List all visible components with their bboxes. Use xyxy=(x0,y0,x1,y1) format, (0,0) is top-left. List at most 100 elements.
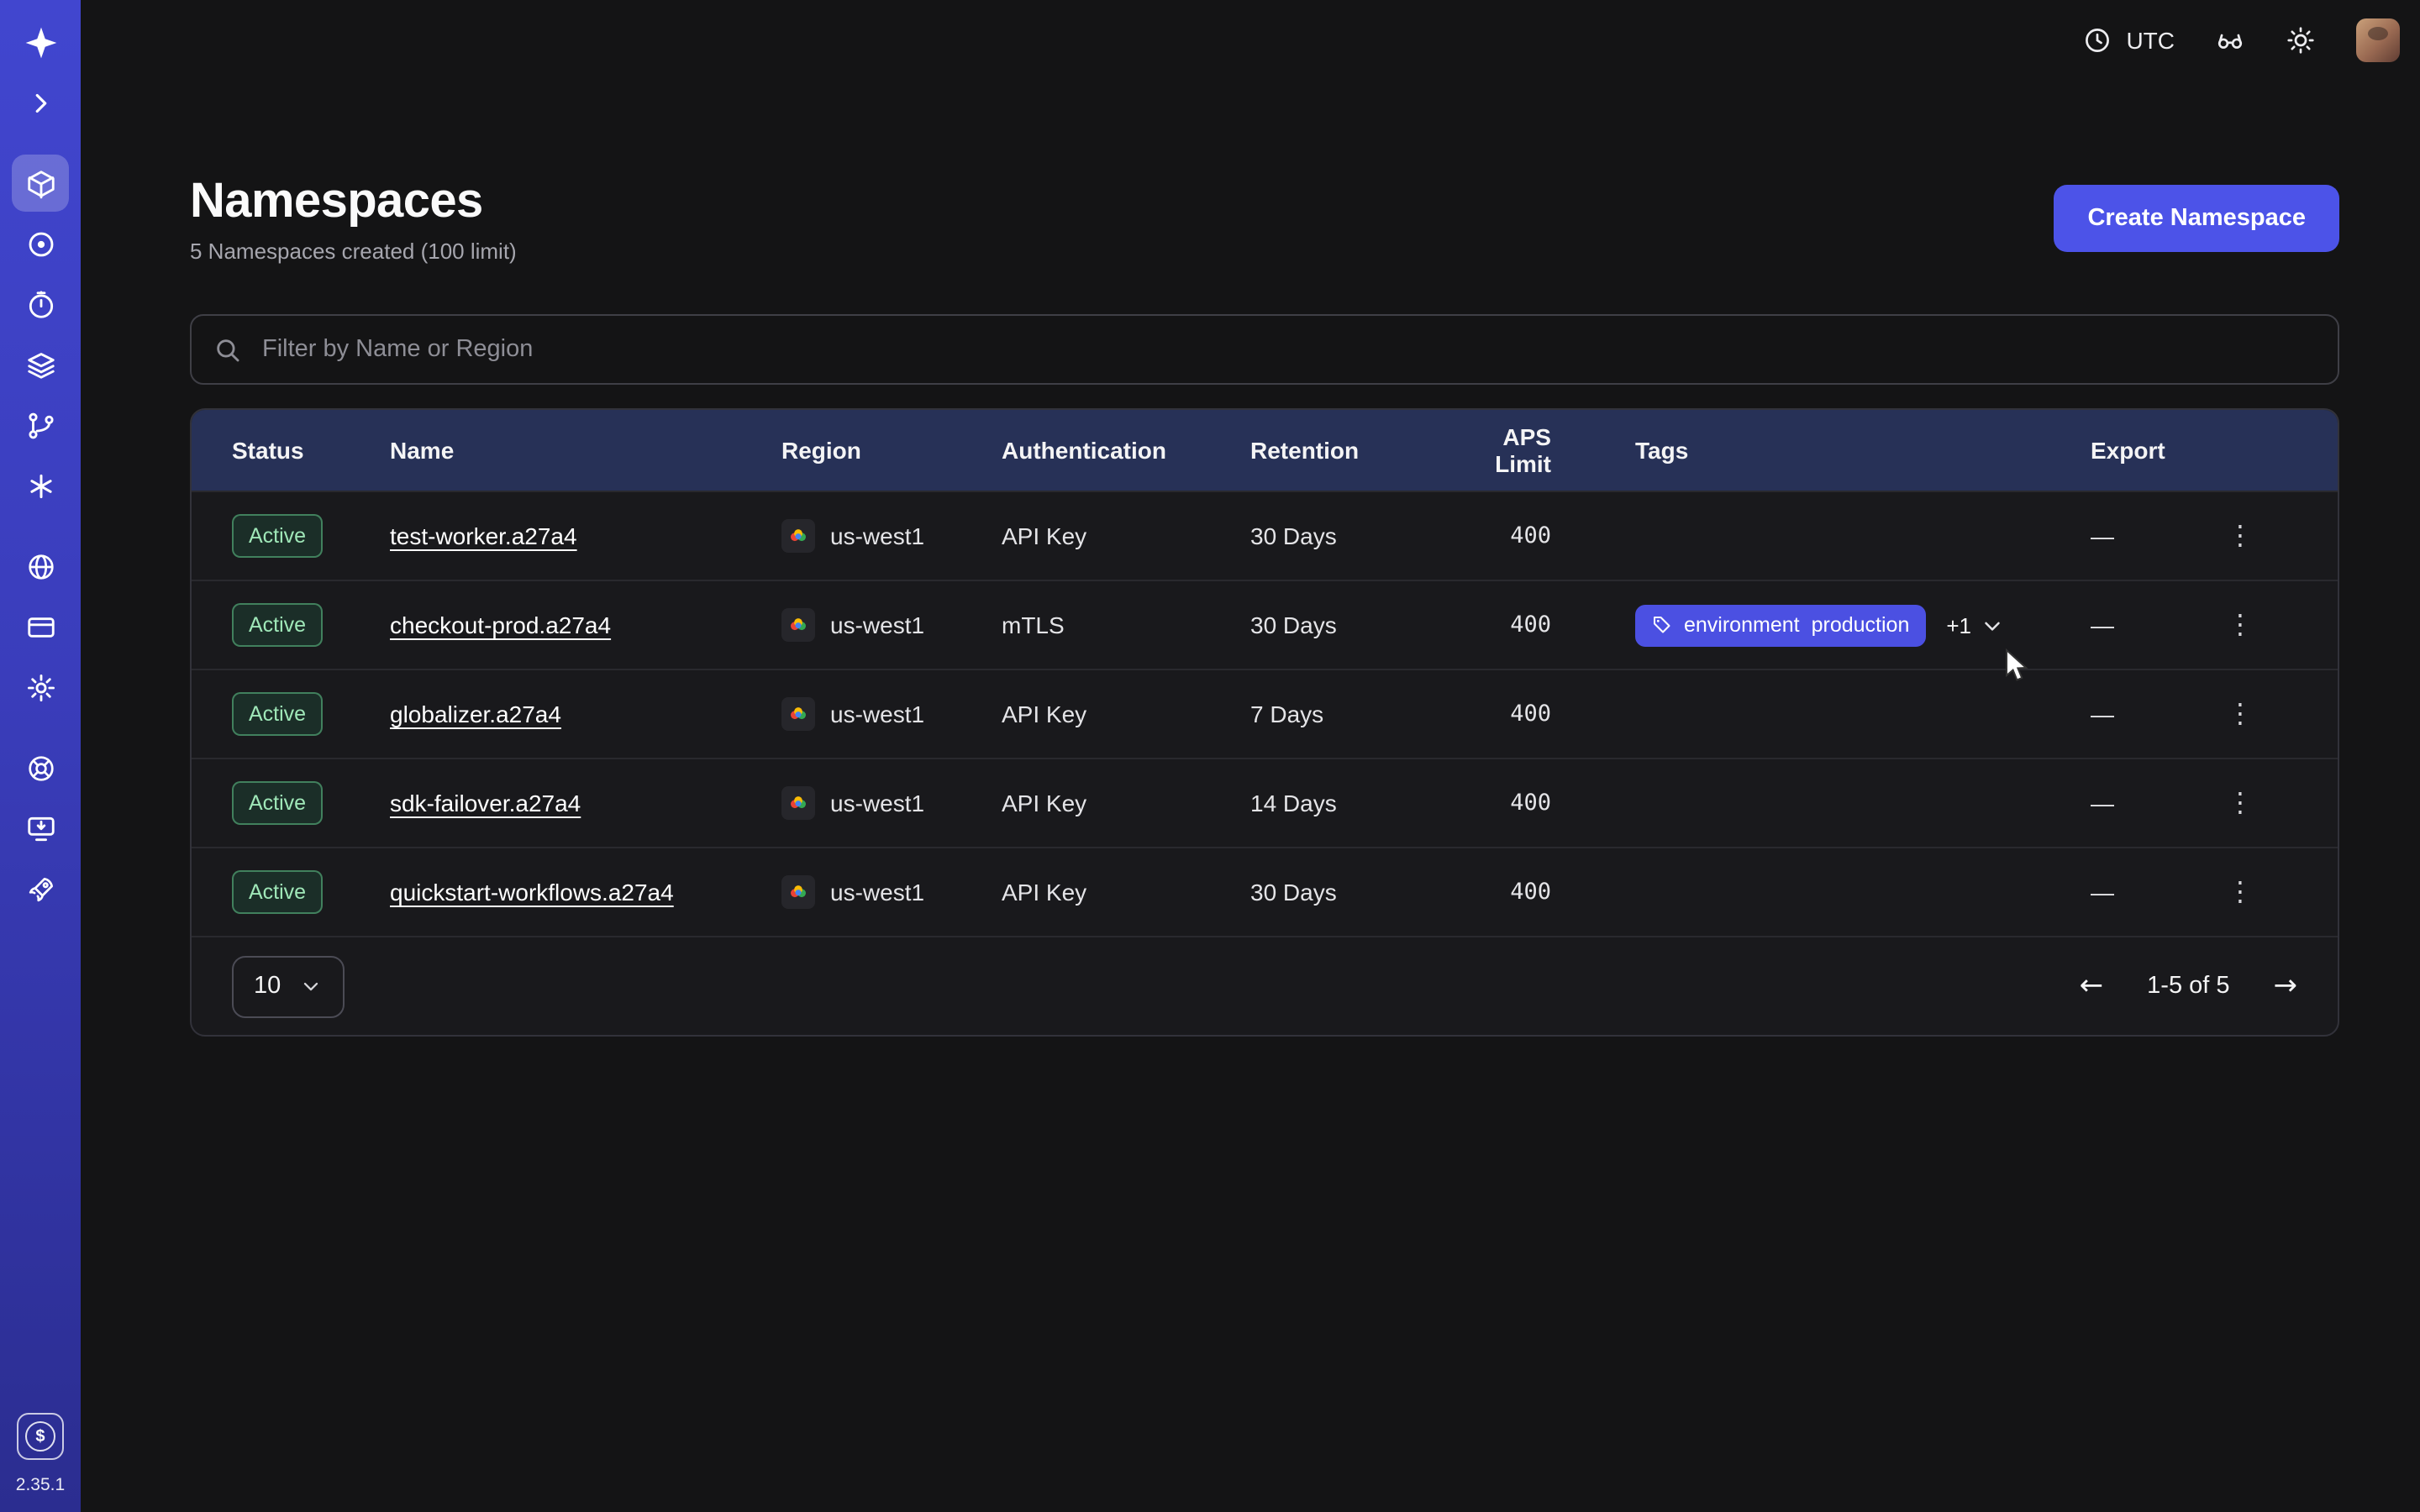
namespace-link[interactable]: globalizer.a27a4 xyxy=(390,701,561,727)
search-icon xyxy=(213,335,242,364)
dollar-icon: $ xyxy=(25,1421,55,1452)
row-menu-button[interactable]: ⋮ xyxy=(2217,780,2264,827)
create-namespace-button[interactable]: Create Namespace xyxy=(2054,185,2339,252)
retention-value: 30 Days xyxy=(1250,522,1444,549)
namespaces-page: Namespaces 5 Namespaces created (100 lim… xyxy=(81,81,2420,1037)
table-row: Active checkout-prod.a27a4 us-west1 mTLS… xyxy=(192,580,2338,669)
column-header-retention: Retention xyxy=(1250,437,1444,464)
region-label: us-west1 xyxy=(830,790,924,816)
column-header-status: Status xyxy=(232,437,390,464)
page-size-select[interactable]: 10 xyxy=(232,955,345,1017)
status-badge: Active xyxy=(232,870,323,914)
app-window: $ 2.35.1 UTC xyxy=(0,0,2420,1512)
region-label: us-west1 xyxy=(830,879,924,906)
row-menu-button[interactable]: ⋮ xyxy=(2217,869,2264,916)
next-page-button[interactable]: → xyxy=(2274,969,2298,1003)
tag-pill[interactable]: environment production xyxy=(1635,604,1926,646)
tag-value: production xyxy=(1812,613,1910,637)
region-label: us-west1 xyxy=(830,701,924,727)
nav-icon-usage-cost[interactable]: $ xyxy=(17,1413,64,1460)
timezone-button[interactable]: UTC xyxy=(2082,25,2175,55)
namespace-link[interactable]: checkout-prod.a27a4 xyxy=(390,612,611,638)
nav-icon-nexus[interactable] xyxy=(12,457,69,514)
export-value: — xyxy=(2091,522,2217,549)
aps-limit-value: 400 xyxy=(1444,790,1635,816)
gcp-cloud-icon xyxy=(781,697,815,731)
app-version: 2.35.1 xyxy=(16,1475,65,1495)
export-value: — xyxy=(2091,879,2217,906)
authentication-value: mTLS xyxy=(1002,612,1250,638)
page-subtitle: 5 Namespaces created (100 limit) xyxy=(190,239,517,264)
gcp-cloud-icon xyxy=(781,608,815,642)
sidebar-expand-chevron-icon[interactable] xyxy=(12,74,69,131)
namespace-link[interactable]: sdk-failover.a27a4 xyxy=(390,790,581,816)
retention-value: 30 Days xyxy=(1250,612,1444,638)
authentication-value: API Key xyxy=(1002,790,1250,816)
previous-page-button[interactable]: ← xyxy=(2080,969,2104,1003)
row-menu-button[interactable]: ⋮ xyxy=(2217,601,2264,648)
temporal-logo-icon xyxy=(12,13,69,71)
status-badge: Active xyxy=(232,603,323,647)
column-header-aps-limit: APS Limit xyxy=(1444,423,1635,477)
export-value: — xyxy=(2091,701,2217,727)
authentication-value: API Key xyxy=(1002,879,1250,906)
gcp-cloud-icon xyxy=(781,786,815,820)
aps-limit-value: 400 xyxy=(1444,612,1635,638)
table-row: Active sdk-failover.a27a4 us-west1 API K… xyxy=(192,758,2338,847)
status-badge: Active xyxy=(232,692,323,736)
column-header-region: Region xyxy=(781,437,1002,464)
table-footer: 10 ← 1-5 of 5 → xyxy=(192,936,2338,1035)
labs-glasses-button[interactable] xyxy=(2215,25,2245,55)
status-badge: Active xyxy=(232,514,323,558)
table-row: Active globalizer.a27a4 us-west1 API Key… xyxy=(192,669,2338,758)
nav-icon-billing[interactable] xyxy=(12,598,69,655)
filter-input[interactable] xyxy=(259,334,2316,365)
column-header-tags: Tags xyxy=(1635,437,2091,464)
status-badge: Active xyxy=(232,781,323,825)
glasses-icon xyxy=(2215,25,2245,55)
nav-icon-quickstart[interactable] xyxy=(12,860,69,917)
region-label: us-west1 xyxy=(830,522,924,549)
row-menu-button[interactable]: ⋮ xyxy=(2217,512,2264,559)
export-value: — xyxy=(2091,790,2217,816)
theme-toggle-button[interactable] xyxy=(2286,25,2316,55)
sidebar: $ 2.35.1 xyxy=(0,0,81,1512)
authentication-value: API Key xyxy=(1002,522,1250,549)
aps-limit-value: 400 xyxy=(1444,879,1635,906)
nav-icon-namespaces[interactable] xyxy=(12,155,69,212)
retention-value: 30 Days xyxy=(1250,879,1444,906)
row-menu-button[interactable]: ⋮ xyxy=(2217,690,2264,738)
page-size-value: 10 xyxy=(254,973,281,1000)
tag-key: environment xyxy=(1684,613,1800,637)
namespace-link[interactable]: test-worker.a27a4 xyxy=(390,522,577,549)
nav-icon-settings[interactable] xyxy=(12,659,69,716)
nav-icon-cloud-regions[interactable] xyxy=(12,538,69,595)
column-header-name: Name xyxy=(390,437,781,464)
pagination-range-label: 1-5 of 5 xyxy=(2147,973,2229,1000)
topbar: UTC xyxy=(81,0,2420,81)
namespace-link[interactable]: quickstart-workflows.a27a4 xyxy=(390,879,674,906)
column-header-authentication: Authentication xyxy=(1002,437,1250,464)
region-label: us-west1 xyxy=(830,612,924,638)
nav-icon-workflows[interactable] xyxy=(12,215,69,272)
nav-icon-batch-operations[interactable] xyxy=(12,396,69,454)
table-row: Active quickstart-workflows.a27a4 us-wes… xyxy=(192,847,2338,936)
sun-icon xyxy=(2286,25,2316,55)
clock-icon xyxy=(2082,25,2112,55)
authentication-value: API Key xyxy=(1002,701,1250,727)
user-avatar[interactable] xyxy=(2356,18,2400,62)
nav-icon-schedules[interactable] xyxy=(12,276,69,333)
nav-icon-getting-started[interactable] xyxy=(12,800,69,857)
retention-value: 7 Days xyxy=(1250,701,1444,727)
aps-limit-value: 400 xyxy=(1444,701,1635,727)
gcp-cloud-icon xyxy=(781,875,815,909)
nav-icon-support[interactable] xyxy=(12,739,69,796)
timezone-label: UTC xyxy=(2126,27,2175,54)
namespaces-table: Status Name Region Authentication Retent… xyxy=(190,408,2339,1037)
gcp-cloud-icon xyxy=(781,519,815,553)
nav-icon-deployments[interactable] xyxy=(12,336,69,393)
tags-expand-chevron-icon[interactable] xyxy=(1980,612,2005,638)
tag-icon xyxy=(1652,615,1672,635)
retention-value: 14 Days xyxy=(1250,790,1444,816)
filter-field xyxy=(190,314,2339,385)
